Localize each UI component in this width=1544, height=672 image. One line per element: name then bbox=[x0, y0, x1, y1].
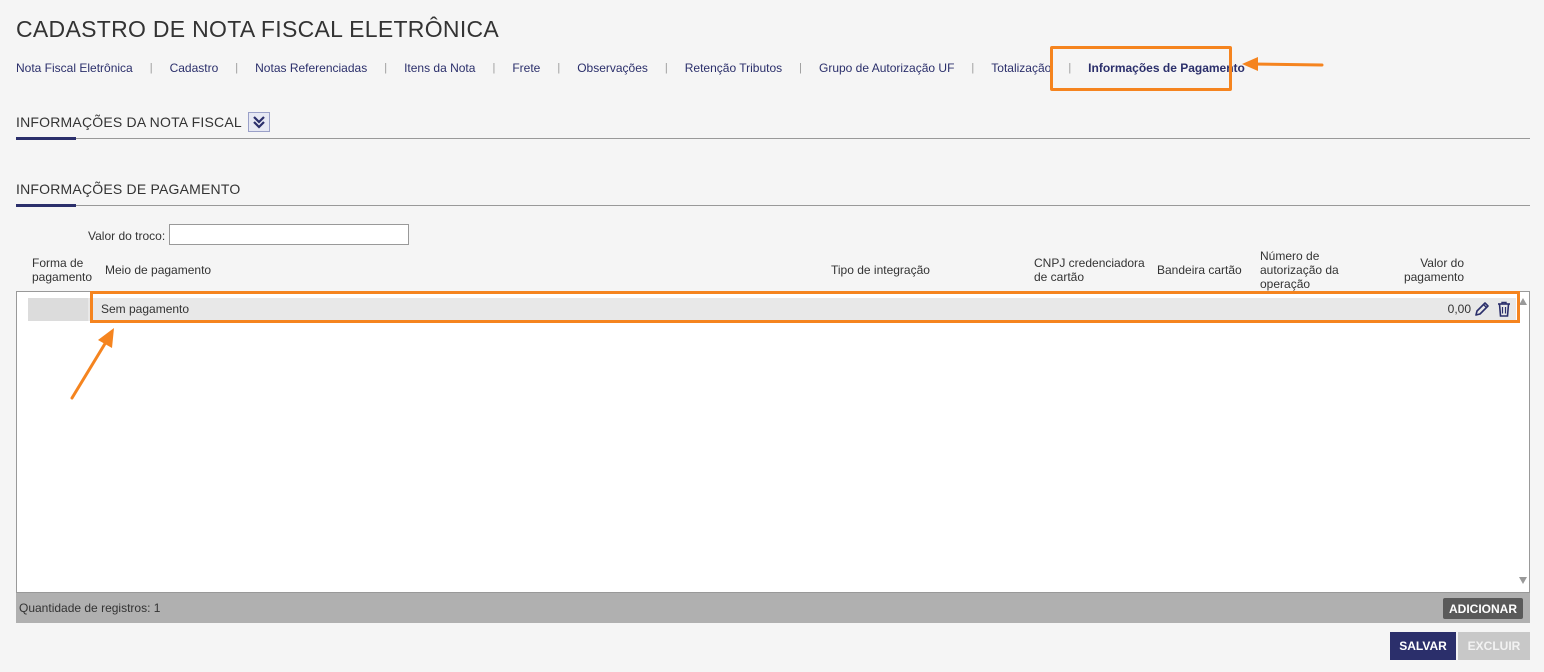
tab-frete[interactable]: Frete bbox=[512, 61, 540, 75]
row-highlight-box bbox=[90, 291, 1520, 323]
scroll-up-arrow-icon[interactable] bbox=[1519, 298, 1527, 305]
tab-separator: | bbox=[235, 62, 239, 74]
tab-separator: | bbox=[149, 62, 153, 74]
troco-input[interactable] bbox=[169, 224, 409, 245]
delete-button[interactable]: EXCLUIR bbox=[1458, 632, 1530, 660]
section-nota-fiscal: INFORMAÇÕES DA NOTA FISCAL bbox=[16, 112, 1530, 140]
arrow-to-row-icon bbox=[70, 328, 114, 400]
tab-observacoes[interactable]: Observações bbox=[577, 61, 648, 75]
tab-separator: | bbox=[664, 62, 668, 74]
section-accent bbox=[16, 204, 76, 207]
payments-table: Sem pagamento 0,00 bbox=[16, 291, 1530, 593]
section-title-nota-fiscal: INFORMAÇÕES DA NOTA FISCAL bbox=[16, 114, 242, 130]
tab-totalizacao[interactable]: Totalização bbox=[991, 61, 1051, 75]
tab-separator: | bbox=[492, 62, 496, 74]
tab-separator: | bbox=[384, 62, 388, 74]
column-header-bandeira[interactable]: Bandeira cartão bbox=[1157, 263, 1242, 277]
row-cell-forma bbox=[28, 298, 88, 321]
table-footer: Quantidade de registros: 1 ADICIONAR bbox=[16, 593, 1530, 623]
troco-label: Valor do troco: bbox=[88, 229, 166, 243]
column-header-forma[interactable]: Forma de pagamento bbox=[32, 256, 96, 284]
section-accent bbox=[16, 137, 76, 140]
column-header-meio[interactable]: Meio de pagamento bbox=[105, 263, 211, 277]
record-count: Quantidade de registros: 1 bbox=[19, 601, 161, 615]
section-pagamento: INFORMAÇÕES DE PAGAMENTO bbox=[16, 181, 1530, 207]
scroll-down-arrow-icon[interactable] bbox=[1519, 577, 1527, 584]
arrow-to-tab-icon bbox=[1242, 57, 1324, 71]
column-header-valor[interactable]: Valor do pagamento bbox=[1398, 256, 1464, 284]
tab-cadastro[interactable]: Cadastro bbox=[170, 61, 219, 75]
expand-section-button[interactable] bbox=[248, 112, 270, 132]
tab-separator: | bbox=[557, 62, 561, 74]
section-divider bbox=[16, 138, 1530, 139]
tab-highlight-box bbox=[1050, 46, 1232, 91]
section-title-pagamento: INFORMAÇÕES DE PAGAMENTO bbox=[16, 181, 241, 197]
tab-nota-fiscal-eletronica[interactable]: Nota Fiscal Eletrônica bbox=[16, 61, 133, 75]
column-header-tipo[interactable]: Tipo de integração bbox=[831, 263, 930, 277]
tab-grupo-autorizacao-uf[interactable]: Grupo de Autorização UF bbox=[819, 61, 954, 75]
tab-retencao-tributos[interactable]: Retenção Tributos bbox=[685, 61, 782, 75]
tab-itens-da-nota[interactable]: Itens da Nota bbox=[404, 61, 475, 75]
section-divider bbox=[16, 205, 1530, 206]
double-chevron-down-icon bbox=[253, 116, 265, 129]
column-header-cnpj[interactable]: CNPJ credenciadora de cartão bbox=[1034, 256, 1146, 284]
page-title: CADASTRO DE NOTA FISCAL ELETRÔNICA bbox=[16, 16, 500, 42]
tab-notas-referenciadas[interactable]: Notas Referenciadas bbox=[255, 61, 367, 75]
tab-separator: | bbox=[971, 62, 975, 74]
column-header-numero[interactable]: Número de autorização da operação bbox=[1260, 249, 1350, 291]
save-button[interactable]: SALVAR bbox=[1390, 632, 1456, 660]
add-button[interactable]: ADICIONAR bbox=[1443, 598, 1523, 619]
tab-separator: | bbox=[799, 62, 802, 74]
